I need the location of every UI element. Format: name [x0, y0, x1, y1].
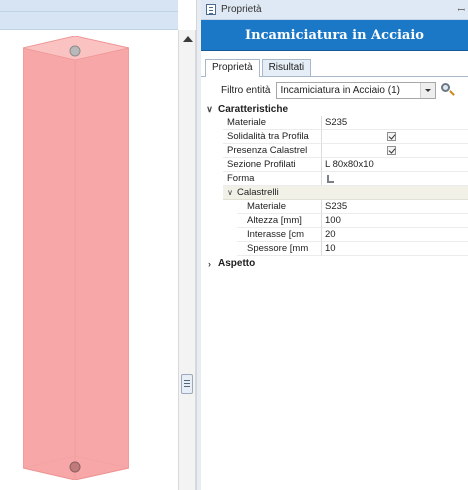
- tab-proprieta[interactable]: Proprietà: [205, 59, 260, 77]
- property-value[interactable]: 20: [322, 228, 468, 242]
- panel-title: Proprietà: [221, 4, 262, 15]
- property-row-altezza[interactable]: Altezza [mm] 100: [201, 214, 468, 228]
- property-name: Forma: [223, 172, 322, 186]
- property-row-forma[interactable]: Forma: [201, 172, 468, 186]
- category-label: Aspetto: [218, 258, 256, 269]
- top-node-marker: [69, 45, 81, 57]
- steel-jacket-column[interactable]: [23, 36, 129, 480]
- dropdown-arrow-icon[interactable]: [420, 82, 436, 98]
- panel-titlebar: Proprietà ꟷ: [201, 0, 468, 20]
- category-caratteristiche[interactable]: ∨ Caratteristiche: [201, 103, 468, 116]
- property-value[interactable]: 10: [322, 242, 468, 256]
- properties-panel: Proprietà ꟷ Incamiciatura in Acciaio Pro…: [201, 0, 468, 490]
- entity-filter-label: Filtro entità: [221, 84, 271, 96]
- entity-filter-value: Incamiciatura in Acciaio (1): [280, 84, 400, 96]
- pin-icon[interactable]: ꟷ: [458, 3, 465, 16]
- chevron-down-icon[interactable]: ∨: [201, 104, 218, 115]
- property-value[interactable]: S235: [322, 116, 468, 130]
- category-label: Caratteristiche: [218, 104, 289, 115]
- 3d-viewport[interactable]: [0, 0, 178, 490]
- property-value[interactable]: L 80x80x10: [322, 158, 468, 172]
- viewport-vertical-scrollbar[interactable]: [178, 30, 196, 490]
- tab-risultati[interactable]: Risultati: [261, 59, 312, 76]
- category-aspetto[interactable]: › Aspetto: [201, 257, 468, 270]
- property-name: Interasse [cm: [237, 228, 322, 242]
- property-row-presenza-calastrelli[interactable]: Presenza Calastrel: [201, 144, 468, 158]
- property-name: Sezione Profilati: [223, 158, 322, 172]
- scroll-up-arrow-icon[interactable]: [183, 36, 193, 42]
- property-row-spessore[interactable]: Spessore [mm 10: [201, 242, 468, 256]
- property-row-calastrelli-materiale[interactable]: Materiale S235: [201, 200, 468, 214]
- property-row-sezione-profilati[interactable]: Sezione Profilati L 80x80x10: [201, 158, 468, 172]
- property-name: Altezza [mm]: [237, 214, 322, 228]
- properties-window-icon: [206, 4, 216, 15]
- property-name: Presenza Calastrel: [223, 144, 322, 158]
- chevron-down-icon[interactable]: ∨: [223, 188, 237, 197]
- scroll-thumb[interactable]: [181, 374, 193, 394]
- object-header: Incamiciatura in Acciaio: [201, 20, 468, 51]
- bottom-node-marker: [69, 461, 81, 473]
- property-name: Materiale: [237, 200, 322, 214]
- presenza-calastrelli-checkbox[interactable]: [387, 146, 396, 155]
- subcategory-label: Calastrelli: [237, 187, 279, 198]
- property-row-interasse[interactable]: Interasse [cm 20: [201, 228, 468, 242]
- property-name: Solidalità tra Profila: [223, 130, 322, 144]
- property-grid: ∨ Caratteristiche Materiale S235 Solidal…: [201, 103, 468, 270]
- angle-profile-icon[interactable]: [325, 174, 335, 184]
- entity-filter-select[interactable]: Incamiciatura in Acciaio (1): [276, 81, 437, 99]
- property-name: Spessore [mm: [237, 242, 322, 256]
- search-icon[interactable]: [440, 82, 456, 98]
- entity-filter-row: Filtro entità Incamiciatura in Acciaio (…: [201, 77, 468, 103]
- chevron-right-icon[interactable]: ›: [201, 259, 218, 269]
- viewport-toolbar: [0, 0, 178, 30]
- property-value[interactable]: S235: [322, 200, 468, 214]
- property-row-solidalita[interactable]: Solidalità tra Profila: [201, 130, 468, 144]
- tab-strip: Proprietà Risultati: [201, 51, 468, 77]
- property-value[interactable]: 100: [322, 214, 468, 228]
- subcategory-calastrelli[interactable]: ∨ Calastrelli: [223, 186, 468, 200]
- solidalita-checkbox[interactable]: [387, 132, 396, 141]
- property-row-materiale[interactable]: Materiale S235: [201, 116, 468, 130]
- property-name: Materiale: [223, 116, 322, 130]
